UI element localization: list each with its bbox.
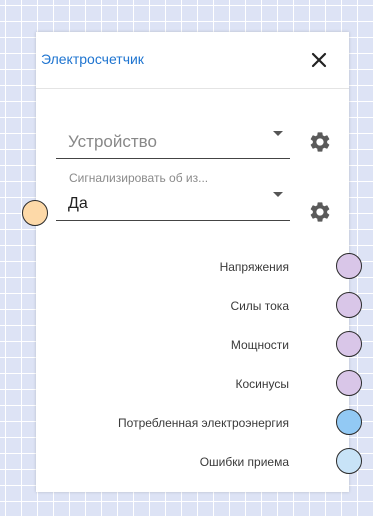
close-icon[interactable] — [307, 48, 331, 72]
input-port-alarm[interactable] — [22, 200, 48, 226]
output-port-current[interactable] — [336, 292, 362, 318]
device-select[interactable]: Устройство — [56, 118, 290, 159]
output-port-energy[interactable] — [336, 409, 362, 435]
node-panel: Электросчетчик Устройство Сигнализироват… — [36, 32, 349, 492]
alarm-settings-gear-icon[interactable] — [308, 200, 332, 224]
device-settings-gear-icon[interactable] — [308, 130, 332, 154]
output-label-power: Мощности — [230, 338, 289, 352]
dropdown-arrow-icon — [273, 131, 283, 136]
alarm-select-label: Сигнализировать об из... — [69, 171, 209, 185]
panel-title: Электросчетчик — [41, 51, 144, 67]
output-label-current: Силы тока — [230, 299, 289, 313]
output-port-cosines[interactable] — [336, 370, 362, 396]
output-label-errors: Ошибки приема — [199, 455, 289, 469]
output-label-voltage: Напряжения — [219, 260, 289, 274]
alarm-select[interactable]: Сигнализировать об из... Да — [56, 171, 290, 221]
dropdown-arrow-icon — [273, 192, 283, 197]
output-port-errors[interactable] — [336, 448, 362, 474]
device-select-placeholder: Устройство — [68, 132, 157, 151]
output-label-cosines: Косинусы — [235, 377, 289, 391]
output-port-voltage[interactable] — [336, 253, 362, 279]
output-port-power[interactable] — [336, 331, 362, 357]
output-label-energy: Потребленная электроэнергия — [118, 416, 289, 430]
alarm-select-value: Да — [68, 195, 88, 212]
panel-header: Электросчетчик — [36, 32, 349, 89]
